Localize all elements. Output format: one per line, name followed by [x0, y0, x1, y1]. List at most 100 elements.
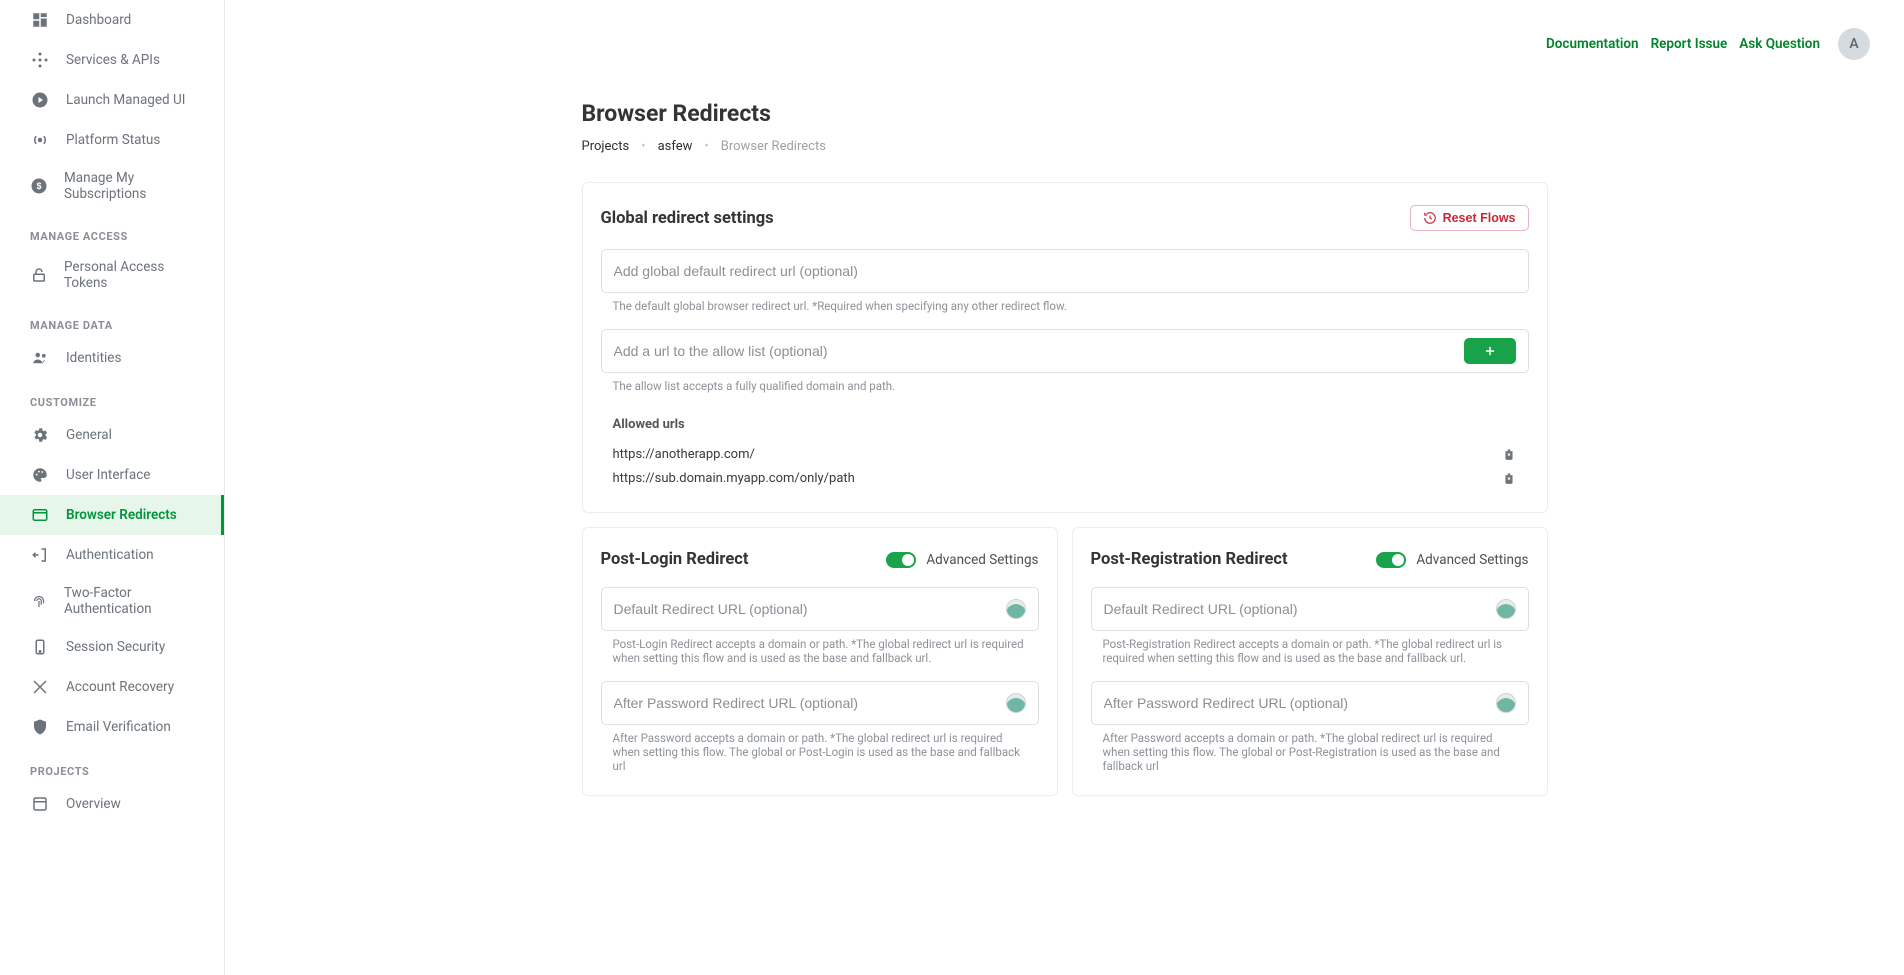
picker-button[interactable]: [1006, 599, 1026, 619]
global-default-helper: The default global browser redirect url.…: [601, 293, 1529, 313]
allow-list-input[interactable]: [614, 343, 1456, 359]
history-icon: [1423, 211, 1437, 225]
sidebar-item-label: Authentication: [66, 547, 154, 563]
sidebar-item-email-verif[interactable]: Email Verification: [0, 707, 224, 747]
documentation-link[interactable]: Documentation: [1546, 36, 1639, 52]
page-title: Browser Redirects: [582, 100, 1548, 127]
sidebar-section-label: PROJECTS: [0, 747, 224, 784]
post-registration-card: Post-Registration Redirect Advanced Sett…: [1072, 527, 1548, 796]
project-icon: [30, 794, 50, 814]
picker-button[interactable]: [1006, 693, 1026, 713]
post-login-afterpwd-input[interactable]: [614, 695, 1006, 711]
allowed-url-row: https://anotherapp.com/: [601, 442, 1529, 466]
breadcrumb-sep: •: [704, 139, 708, 154]
sidebar-item-status[interactable]: Platform Status: [0, 120, 224, 160]
picker-button[interactable]: [1496, 599, 1516, 619]
post-registration-afterpwd-input[interactable]: [1104, 695, 1496, 711]
sidebar-item-recovery[interactable]: Account Recovery: [0, 667, 224, 707]
topbar: Documentation Report Issue Ask Question …: [225, 0, 1904, 70]
people-icon: [30, 348, 50, 368]
delete-url-button[interactable]: [1501, 446, 1517, 462]
global-card-title: Global redirect settings: [601, 209, 774, 228]
post-login-default-helper: Post-Login Redirect accepts a domain or …: [601, 631, 1039, 665]
ask-question-link[interactable]: Ask Question: [1739, 36, 1820, 52]
breadcrumb-project[interactable]: asfew: [658, 139, 693, 154]
breadcrumb-sep: •: [641, 139, 645, 154]
post-registration-afterpwd-helper: After Password accepts a domain or path.…: [1091, 725, 1529, 773]
post-login-toggle-label: Advanced Settings: [926, 552, 1038, 568]
dollar-icon: $: [30, 176, 48, 196]
sidebar: Dashboard Services & APIs Launch Managed…: [0, 0, 225, 975]
sidebar-item-label: Browser Redirects: [66, 507, 177, 523]
sidebar-item-label: Identities: [66, 350, 121, 366]
sidebar-item-proj-overview[interactable]: Overview: [0, 784, 224, 824]
sidebar-item-label: Account Recovery: [66, 679, 174, 695]
sidebar-item-identities[interactable]: Identities: [0, 338, 224, 378]
svg-text:$: $: [36, 181, 41, 191]
device-icon: [30, 637, 50, 657]
reset-flows-button[interactable]: Reset Flows: [1410, 205, 1529, 231]
sidebar-item-authentication[interactable]: Authentication: [0, 535, 224, 575]
post-registration-title: Post-Registration Redirect: [1091, 550, 1288, 569]
sidebar-item-label: User Interface: [66, 467, 150, 483]
report-issue-link[interactable]: Report Issue: [1651, 36, 1728, 52]
sidebar-item-label: Platform Status: [66, 132, 160, 148]
post-login-default-input[interactable]: [614, 601, 1006, 617]
sidebar-item-session[interactable]: Session Security: [0, 627, 224, 667]
main: Documentation Report Issue Ask Question …: [225, 0, 1904, 975]
sidebar-item-browser-redirects[interactable]: Browser Redirects: [0, 495, 224, 535]
breadcrumb: Projects • asfew • Browser Redirects: [582, 139, 1548, 154]
allowed-url-text: https://anotherapp.com/: [613, 447, 755, 462]
post-login-card: Post-Login Redirect Advanced Settings Po…: [582, 527, 1058, 796]
allowed-urls-heading: Allowed urls: [601, 409, 1529, 442]
avatar[interactable]: A: [1838, 28, 1870, 60]
sidebar-section-label: MANAGE ACCESS: [0, 212, 224, 249]
sidebar-item-tokens[interactable]: Personal Access Tokens: [0, 249, 224, 301]
sidebar-item-2fa[interactable]: Two-Factor Authentication: [0, 575, 224, 627]
post-registration-advanced-toggle[interactable]: [1376, 552, 1406, 568]
post-registration-default-input[interactable]: [1104, 601, 1496, 617]
delete-url-button[interactable]: [1501, 470, 1517, 486]
post-login-advanced-toggle[interactable]: [886, 552, 916, 568]
sidebar-item-label: Overview: [66, 796, 121, 812]
breadcrumb-root[interactable]: Projects: [582, 139, 630, 154]
global-default-input[interactable]: [614, 263, 1516, 279]
breadcrumb-current: Browser Redirects: [721, 139, 826, 154]
fingerprint-icon: [30, 591, 48, 611]
sidebar-item-general[interactable]: General: [0, 415, 224, 455]
sidebar-section-label: CUSTOMIZE: [0, 378, 224, 415]
sidebar-item-services[interactable]: Services & APIs: [0, 40, 224, 80]
sidebar-section-label: MANAGE DATA: [0, 301, 224, 338]
reset-flows-label: Reset Flows: [1443, 211, 1516, 225]
lock-icon: [30, 265, 48, 285]
post-registration-default-helper: Post-Registration Redirect accepts a dom…: [1091, 631, 1529, 665]
allow-list-helper: The allow list accepts a fully qualified…: [601, 373, 1529, 393]
sidebar-item-label: General: [66, 427, 112, 443]
post-login-afterpwd-helper: After Password accepts a domain or path.…: [601, 725, 1039, 773]
sidebar-item-launch[interactable]: Launch Managed UI: [0, 80, 224, 120]
recovery-icon: [30, 677, 50, 697]
gear-icon: [30, 425, 50, 445]
sidebar-item-label: Launch Managed UI: [66, 92, 185, 108]
sidebar-item-label: Two-Factor Authentication: [64, 585, 194, 617]
exit-icon: [30, 545, 50, 565]
sidebar-item-label: Services & APIs: [66, 52, 160, 68]
sidebar-item-label: Email Verification: [66, 719, 171, 735]
picker-button[interactable]: [1496, 693, 1516, 713]
antenna-icon: [30, 130, 50, 150]
add-url-button[interactable]: [1464, 338, 1516, 364]
api-icon: [30, 50, 50, 70]
sidebar-item-ui[interactable]: User Interface: [0, 455, 224, 495]
play-icon: [30, 90, 50, 110]
browser-icon: [30, 505, 50, 525]
sidebar-item-dashboard[interactable]: Dashboard: [0, 0, 224, 40]
sidebar-item-label: Personal Access Tokens: [64, 259, 194, 291]
shield-icon: [30, 717, 50, 737]
palette-icon: [30, 465, 50, 485]
sidebar-item-label: Session Security: [66, 639, 165, 655]
sidebar-item-subscriptions[interactable]: $ Manage My Subscriptions: [0, 160, 224, 212]
content: Browser Redirects Projects • asfew • Bro…: [562, 70, 1568, 850]
sidebar-item-label: Dashboard: [66, 12, 131, 28]
sidebar-item-label: Manage My Subscriptions: [64, 170, 194, 202]
dashboard-icon: [30, 10, 50, 30]
